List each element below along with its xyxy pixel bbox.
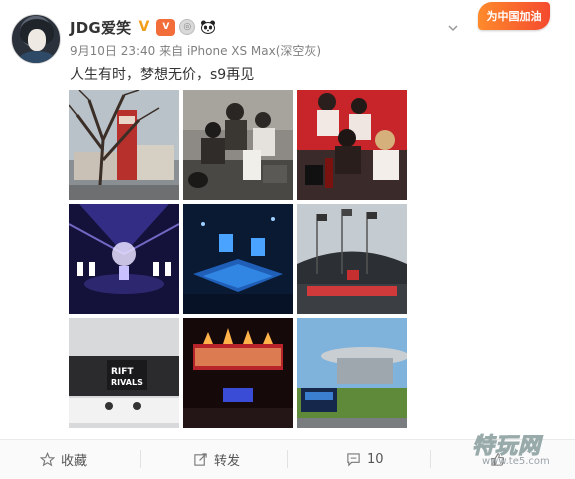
photo-players-desk[interactable] (183, 90, 293, 200)
watermark-url: www.te5.com (482, 456, 550, 467)
user-avatar[interactable] (11, 14, 61, 64)
photo-stadium-flags[interactable] (297, 204, 407, 314)
repost-label: 转发 (214, 453, 241, 469)
divider (140, 450, 141, 468)
post-text: 人生有时，梦想无价，s9再见 (70, 67, 255, 83)
svg-text:RIFT: RIFT (111, 367, 134, 377)
event-badge[interactable]: 为中国加油 (478, 2, 550, 30)
star-icon (40, 451, 55, 466)
verified-v-icon[interactable]: V (135, 19, 152, 36)
divider (287, 450, 288, 468)
photo-stage-purple[interactable] (69, 204, 179, 314)
site-watermark: 特玩网 www.te5.com (468, 426, 568, 474)
event-badge-label: 为中国加油 (486, 10, 542, 23)
photo-players-red[interactable] (297, 90, 407, 200)
photo-grid: RIFT RIVALS (69, 90, 408, 428)
repost-icon (194, 452, 207, 466)
favorite-button[interactable]: 收藏 (40, 450, 88, 469)
member-icon[interactable]: V (156, 18, 176, 36)
panda-icon[interactable] (199, 19, 216, 36)
photo-trophy-stage[interactable] (183, 318, 293, 428)
photo-expo-center[interactable] (297, 318, 407, 428)
comment-count: 10 (367, 451, 384, 467)
divider (430, 450, 431, 468)
name-row: JDG爱笑 V V ◎ (70, 16, 216, 38)
photo-rift-rivals[interactable]: RIFT RIVALS (69, 318, 179, 428)
comment-button[interactable]: 10 (346, 450, 384, 468)
photo-banner-tree[interactable] (69, 90, 179, 200)
repost-button[interactable]: 转发 (193, 450, 241, 469)
favorite-label: 收藏 (61, 453, 88, 469)
weibo-post-card: JDG爱笑 V V ◎ 9月10日 23:40 来自 iPhone XS Max… (0, 0, 575, 479)
username-link[interactable]: JDG爱笑 (70, 17, 131, 38)
comment-icon (347, 452, 360, 466)
post-time-link[interactable]: 9月10日 23:40 (70, 44, 155, 58)
medal-icon[interactable]: ◎ (179, 19, 196, 35)
chevron-down-icon[interactable] (447, 22, 459, 34)
post-source: 来自 iPhone XS Max(深空灰) (159, 44, 322, 58)
post-meta: 9月10日 23:40 来自 iPhone XS Max(深空灰) (70, 42, 321, 59)
photo-arena-screens[interactable] (183, 204, 293, 314)
svg-text:RIVALS: RIVALS (111, 378, 143, 387)
